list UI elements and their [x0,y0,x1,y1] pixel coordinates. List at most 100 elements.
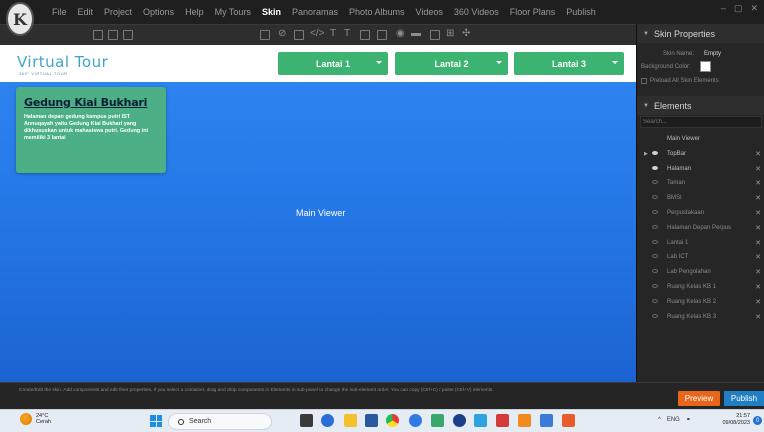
tab-skin[interactable]: Skin [262,7,281,17]
element-tree-row[interactable]: Lantai 1 ✕ [637,236,764,251]
menu-help[interactable]: Help [185,7,204,17]
remove-element-icon[interactable]: ✕ [755,239,761,247]
chrome-icon[interactable] [386,414,399,427]
app-light-blue-icon[interactable] [474,414,487,427]
text-tool-icon[interactable]: T [330,28,336,40]
chevron-up-icon[interactable]: ^ [658,417,661,423]
floor-3-button[interactable]: Lantai 3 [514,52,624,75]
remove-element-icon[interactable]: ✕ [755,209,761,217]
tab-panoramas[interactable]: Panoramas [292,7,338,17]
tab-videos[interactable]: Videos [416,7,443,17]
remove-element-icon[interactable]: ✕ [755,179,761,187]
image-tool-icon[interactable] [377,30,387,40]
skin-properties-header[interactable]: ▼ Skin Properties [637,24,764,43]
minimize-button[interactable]: – [721,3,726,14]
background-color-swatch[interactable] [700,61,711,72]
maximize-button[interactable]: ▢ [734,3,743,14]
expand-arrow-icon[interactable]: ▶ [644,151,648,157]
code-tool-icon[interactable]: </> [310,28,324,40]
element-tree-row[interactable]: Main Viewer [637,132,764,147]
button-tool-icon[interactable] [360,30,370,40]
skin-name-value[interactable]: Empty [704,51,721,57]
element-tree-row[interactable]: Ruang Kelas KB 3 ✕ [637,310,764,325]
element-tree-row[interactable]: Taman ✕ [637,176,764,191]
notification-badge[interactable]: 0 [753,416,762,425]
visibility-eye-icon[interactable] [652,239,658,244]
remove-element-icon[interactable]: ✕ [755,268,761,276]
remove-element-icon[interactable]: ✕ [755,194,761,202]
grid-icon[interactable] [93,30,103,40]
windows-start-icon[interactable] [150,415,162,427]
app-green-icon[interactable] [431,414,444,427]
weather-widget[interactable]: 24°C Cerah [20,413,51,425]
app-red-icon[interactable] [496,414,509,427]
text-box-tool-icon[interactable]: T [344,28,350,40]
visibility-eye-icon[interactable] [652,269,658,274]
remove-element-icon[interactable]: ✕ [755,224,761,232]
rotate-tool-icon[interactable]: ⊘ [278,28,286,40]
line-tool-icon[interactable]: ▬ [411,28,421,40]
network-icon[interactable]: ⚭ [686,416,691,423]
top-bar[interactable]: Virtual Tour 360° VIRTUAL TOUR Lantai 1 … [0,45,636,82]
language-indicator[interactable]: ENG [667,417,680,423]
info-card[interactable]: Gedung Kiai Bukhari Halaman depan gedung… [16,87,166,173]
elements-header[interactable]: ▼ Elements [637,96,764,115]
map-tool-icon[interactable] [430,30,440,40]
chat-icon[interactable] [321,414,334,427]
remove-element-icon[interactable]: ✕ [755,150,761,158]
visibility-eye-icon[interactable] [652,180,658,185]
visibility-eye-icon[interactable] [652,298,658,303]
remove-element-icon[interactable]: ✕ [755,298,761,306]
visibility-eye-icon[interactable] [652,254,658,259]
element-tree-row[interactable]: BMSI ✕ [637,191,764,206]
visibility-eye-icon[interactable] [652,209,658,214]
close-window-button[interactable]: ✕ [750,3,758,14]
hotspot-tool-icon[interactable]: ◉ [396,28,405,40]
elements-search-input[interactable] [640,116,762,128]
visibility-eye-icon[interactable] [652,165,658,170]
tab-publish[interactable]: Publish [566,7,596,17]
floor-2-button[interactable]: Lantai 2 [395,52,508,75]
move-tool-icon[interactable]: ✣ [462,28,470,40]
photoshop-icon[interactable] [365,414,378,427]
menu-project[interactable]: Project [104,7,132,17]
app-logo[interactable]: K [6,2,34,36]
tab-floor-plans[interactable]: Floor Plans [510,7,556,17]
visibility-eye-icon[interactable] [652,150,658,155]
preload-checkbox[interactable] [641,78,647,84]
remove-element-icon[interactable]: ✕ [755,165,761,173]
app-dark-blue-icon[interactable] [453,414,466,427]
visibility-eye-icon[interactable] [652,313,658,318]
element-tree-row[interactable]: Halaman Depan Perpus ✕ [637,221,764,236]
menu-edit[interactable]: Edit [78,7,94,17]
element-tree-row[interactable]: ▶ TopBar ✕ [637,147,764,162]
remove-element-icon[interactable]: ✕ [755,253,761,261]
menu-options[interactable]: Options [143,7,174,17]
floor-1-button[interactable]: Lantai 1 [278,52,388,75]
tour-app-icon[interactable] [562,414,575,427]
clock[interactable]: 21:57 09/08/2023 [714,413,750,427]
tab-photo-albums[interactable]: Photo Albums [349,7,405,17]
remove-element-icon[interactable]: ✕ [755,283,761,291]
preload-checkbox-row[interactable]: Preload All Skin Elements [641,78,719,84]
visibility-eye-icon[interactable] [652,224,658,229]
remove-element-icon[interactable]: ✕ [755,313,761,321]
rectangle-tool-icon[interactable] [260,30,270,40]
file-explorer-icon[interactable] [344,414,357,427]
grid-tool-icon[interactable]: ⊞ [446,28,454,40]
element-tree-row[interactable]: Lab Pengolahan ✕ [637,265,764,280]
app-orange-icon[interactable] [518,414,531,427]
container-tool-icon[interactable] [294,30,304,40]
image-icon[interactable] [123,30,133,40]
preview-button[interactable]: Preview [678,391,720,406]
taskbar-search[interactable]: Search [168,413,272,430]
tab-360-videos[interactable]: 360 Videos [454,7,499,17]
layout-icon[interactable] [108,30,118,40]
element-tree-row[interactable]: Halaman ✕ [637,162,764,177]
publish-button[interactable]: Publish [724,391,764,406]
element-tree-row[interactable]: Perpustakaan ✕ [637,206,764,221]
visibility-eye-icon[interactable] [652,195,658,200]
app-blue-icon[interactable] [540,414,553,427]
element-tree-row[interactable]: Ruang Kelas KB 1 ✕ [637,280,764,295]
tab-my-tours[interactable]: My Tours [215,7,251,17]
